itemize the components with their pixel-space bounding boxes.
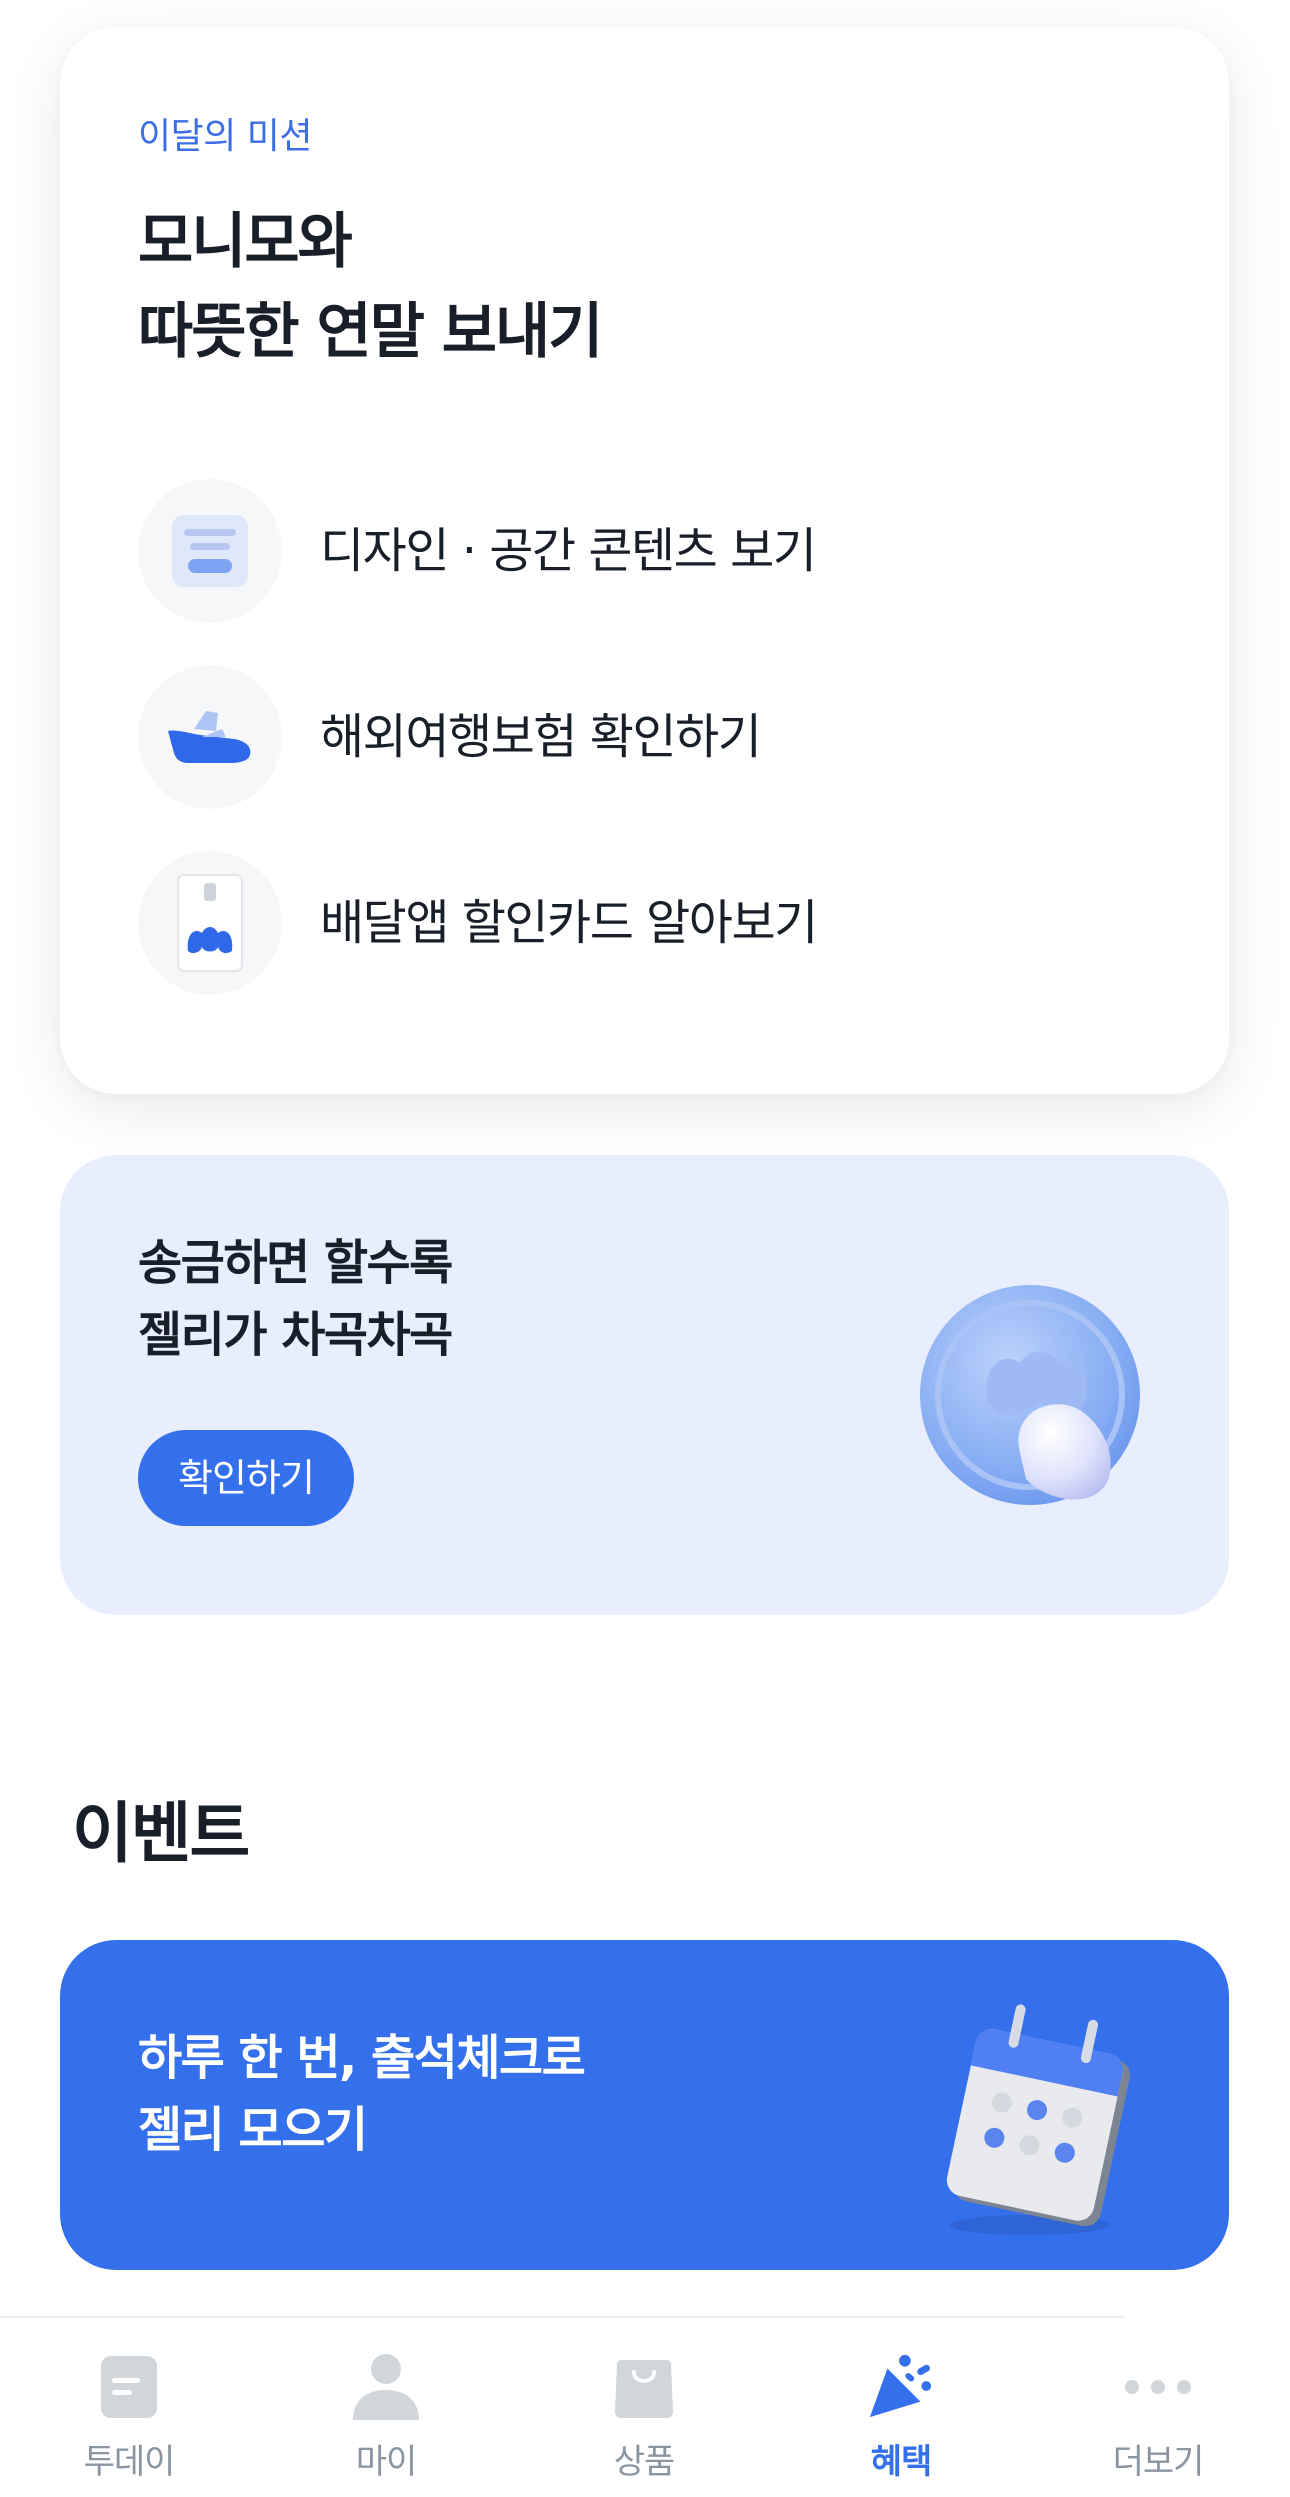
transfer-banner-title: 송금하면 할수록 젤리가 차곡차곡 (138, 1227, 453, 1371)
mission-item-travel-insurance[interactable]: 해외여행보험 확인하기 (138, 665, 1138, 809)
party-popper-icon (866, 2352, 936, 2422)
tab-benefits[interactable]: 혜택 (801, 2352, 1001, 2492)
tab-label: 투데이 (83, 2442, 176, 2482)
confirm-button[interactable]: 확인하기 (138, 1430, 354, 1526)
mission-title: 모니모와 따뜻한 연말 보내기 (138, 197, 603, 377)
person-icon (351, 2352, 421, 2422)
tab-my[interactable]: 마이 (286, 2352, 486, 2492)
airplane-icon (138, 665, 282, 809)
tab-label: 상품 (613, 2442, 676, 2482)
mission-item-label: 해외여행보험 확인하기 (320, 709, 762, 765)
event-banner-title-line2: 젤리 모으기 (138, 2102, 368, 2158)
event-banner-title-line1: 하루 한 번, 출석체크로 (138, 2030, 586, 2086)
tab-bar-divider (0, 2316, 1125, 2318)
mission-title-line1: 모니모와 (138, 207, 353, 277)
attendance-event-banner[interactable]: 하루 한 번, 출석체크로 젤리 모으기 (60, 1940, 1229, 2270)
tab-label: 혜택 (870, 2442, 933, 2482)
content-card-icon (138, 479, 282, 623)
shopping-bag-icon (609, 2352, 679, 2422)
event-banner-title: 하루 한 번, 출석체크로 젤리 모으기 (138, 2022, 586, 2166)
mission-title-line2: 따뜻한 연말 보내기 (138, 297, 603, 367)
mission-item-label: 배달앱 할인카드 알아보기 (320, 895, 818, 951)
card-icon (138, 851, 282, 995)
tab-more[interactable]: 더보기 (1058, 2352, 1258, 2492)
transfer-jelly-banner[interactable]: 송금하면 할수록 젤리가 차곡차곡 확인하기 (60, 1155, 1229, 1615)
jelly-coin-icon (910, 1283, 1170, 1543)
today-icon (94, 2352, 164, 2422)
mission-item-label: 디자인 · 공간 콘텐츠 보기 (320, 523, 817, 579)
tab-today[interactable]: 투데이 (29, 2352, 229, 2492)
transfer-banner-title-line1: 송금하면 할수록 (138, 1235, 453, 1291)
monthly-mission-card: 이달의 미션 모니모와 따뜻한 연말 보내기 디자인 · 공간 콘텐츠 보기 해… (60, 27, 1229, 1094)
transfer-banner-title-line2: 젤리가 차곡차곡 (138, 1307, 453, 1363)
calendar-icon (930, 1985, 1150, 2245)
mission-eyebrow-label: 이달의 미션 (138, 116, 313, 157)
tab-label: 마이 (355, 2442, 418, 2482)
events-section-title: 이벤트 (72, 1795, 250, 1872)
mission-item-design-content[interactable]: 디자인 · 공간 콘텐츠 보기 (138, 479, 1138, 623)
bottom-tab-bar: 투데이 마이 상품 혜택 더보기 (0, 2316, 1290, 2497)
tab-products[interactable]: 상품 (544, 2352, 744, 2492)
tab-label: 더보기 (1112, 2442, 1205, 2482)
mission-item-delivery-card[interactable]: 배달앱 할인카드 알아보기 (138, 851, 1138, 995)
more-dots-icon (1123, 2352, 1193, 2422)
